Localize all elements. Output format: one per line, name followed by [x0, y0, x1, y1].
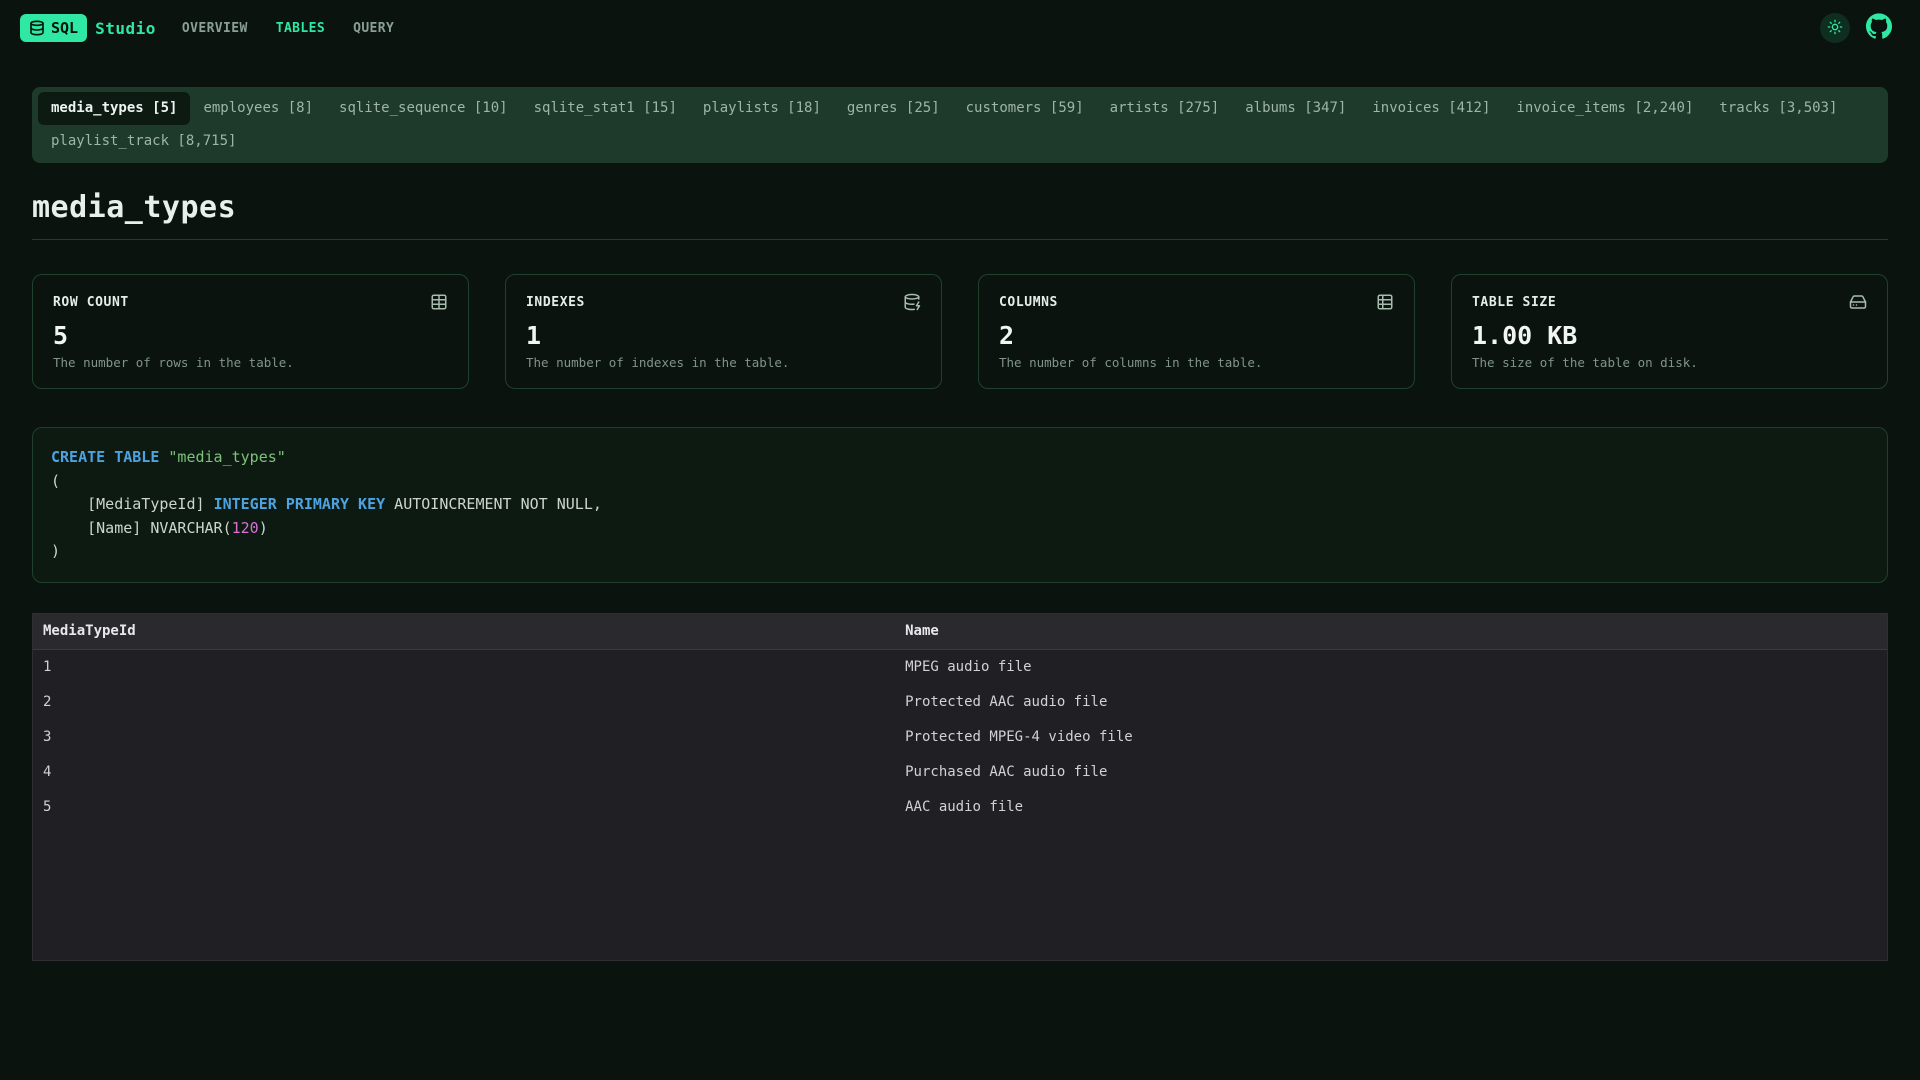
table-tabs: media_types [5]employees [8]sqlite_seque…	[32, 87, 1888, 163]
theme-toggle-button[interactable]	[1820, 13, 1850, 43]
stat-value: 1	[526, 321, 921, 350]
table-row: 2Protected AAC audio file	[33, 685, 1887, 720]
rows-table: MediaTypeIdName 1MPEG audio file2Protect…	[33, 614, 1887, 825]
stat-value: 5	[53, 321, 448, 350]
stat-description: The number of columns in the table.	[999, 355, 1394, 370]
stat-label: TABLE SIZE	[1472, 295, 1556, 310]
table-row: 3Protected MPEG-4 video file	[33, 720, 1887, 755]
app-logo[interactable]: SQL Studio	[20, 14, 156, 42]
github-icon	[1866, 13, 1892, 43]
rows-table-container: MediaTypeIdName 1MPEG audio file2Protect…	[32, 613, 1888, 961]
stat-description: The number of indexes in the table.	[526, 355, 921, 370]
table-row: 1MPEG audio file	[33, 650, 1887, 685]
tab-sqlite_stat1[interactable]: sqlite_stat1 [15]	[521, 92, 690, 125]
table-header-row: MediaTypeIdName	[33, 614, 1887, 650]
tab-artists[interactable]: artists [275]	[1097, 92, 1233, 125]
table-cell: MPEG audio file	[895, 650, 1887, 685]
tab-media_types[interactable]: media_types [5]	[38, 92, 190, 125]
tab-invoices[interactable]: invoices [412]	[1359, 92, 1503, 125]
stat-cards: ROW COUNT 5 The number of rows in the ta…	[32, 274, 1888, 389]
tab-albums[interactable]: albums [347]	[1232, 92, 1359, 125]
database-icon	[29, 20, 45, 36]
table-cell: Protected MPEG-4 video file	[895, 720, 1887, 755]
tab-playlists[interactable]: playlists [18]	[690, 92, 834, 125]
create-table-sql: CREATE TABLE "media_types"( [MediaTypeId…	[32, 427, 1888, 583]
column-header-name: Name	[895, 614, 1887, 650]
table-cell: 2	[33, 685, 895, 720]
table-cell: AAC audio file	[895, 790, 1887, 825]
table-cell: 1	[33, 650, 895, 685]
sql-code-line: CREATE TABLE "media_types"	[51, 446, 1869, 470]
tab-sqlite_sequence[interactable]: sqlite_sequence [10]	[326, 92, 521, 125]
column-header-mediatypeid: MediaTypeId	[33, 614, 895, 650]
sql-code-line: [MediaTypeId] INTEGER PRIMARY KEY AUTOIN…	[51, 493, 1869, 517]
sql-code-line: (	[51, 470, 1869, 494]
navbar: SQL Studio OVERVIEW TABLES QUERY	[0, 0, 1920, 56]
table-row: 4Purchased AAC audio file	[33, 755, 1887, 790]
tab-invoice_items[interactable]: invoice_items [2,240]	[1503, 92, 1706, 125]
stat-description: The number of rows in the table.	[53, 355, 448, 370]
table-body: 1MPEG audio file2Protected AAC audio fil…	[33, 650, 1887, 825]
stat-card-row-count: ROW COUNT 5 The number of rows in the ta…	[32, 274, 469, 389]
title-divider	[32, 239, 1888, 240]
table-icon	[430, 293, 448, 311]
nav-link-overview[interactable]: OVERVIEW	[182, 17, 248, 40]
tab-employees[interactable]: employees [8]	[190, 92, 326, 125]
stat-description: The size of the table on disk.	[1472, 355, 1867, 370]
table-cell: 4	[33, 755, 895, 790]
nav-link-tables[interactable]: TABLES	[276, 17, 325, 40]
navbar-right	[1820, 13, 1892, 43]
stat-label: ROW COUNT	[53, 295, 129, 310]
table-cell: 5	[33, 790, 895, 825]
tab-tracks[interactable]: tracks [3,503]	[1706, 92, 1850, 125]
sql-code-line: )	[51, 540, 1869, 564]
hard-drive-icon	[1849, 293, 1867, 311]
sun-icon	[1827, 19, 1843, 38]
tab-playlist_track[interactable]: playlist_track [8,715]	[38, 125, 249, 158]
stat-card-table-size: TABLE SIZE 1.00 KB The size of the table…	[1451, 274, 1888, 389]
stat-label: INDEXES	[526, 295, 585, 310]
table-cell: Purchased AAC audio file	[895, 755, 1887, 790]
table-cell: 3	[33, 720, 895, 755]
nav-link-query[interactable]: QUERY	[353, 17, 394, 40]
table-row: 5AAC audio file	[33, 790, 1887, 825]
stat-value: 1.00 KB	[1472, 321, 1867, 350]
stat-card-indexes: INDEXES 1 The number of indexes in the t…	[505, 274, 942, 389]
main-nav: OVERVIEW TABLES QUERY	[182, 17, 394, 40]
logo-studio-text: Studio	[95, 19, 156, 38]
logo-badge: SQL	[20, 14, 87, 42]
columns-grid-icon	[1376, 293, 1394, 311]
stat-label: COLUMNS	[999, 295, 1058, 310]
github-link[interactable]	[1866, 13, 1892, 43]
tab-customers[interactable]: customers [59]	[953, 92, 1097, 125]
sql-code-line: [Name] NVARCHAR(120)	[51, 517, 1869, 541]
page-title: media_types	[32, 190, 1888, 225]
stat-card-columns: COLUMNS 2 The number of columns in the t…	[978, 274, 1415, 389]
stat-value: 2	[999, 321, 1394, 350]
logo-badge-text: SQL	[51, 19, 78, 37]
table-cell: Protected AAC audio file	[895, 685, 1887, 720]
tab-genres[interactable]: genres [25]	[834, 92, 953, 125]
database-zap-icon	[903, 293, 921, 311]
